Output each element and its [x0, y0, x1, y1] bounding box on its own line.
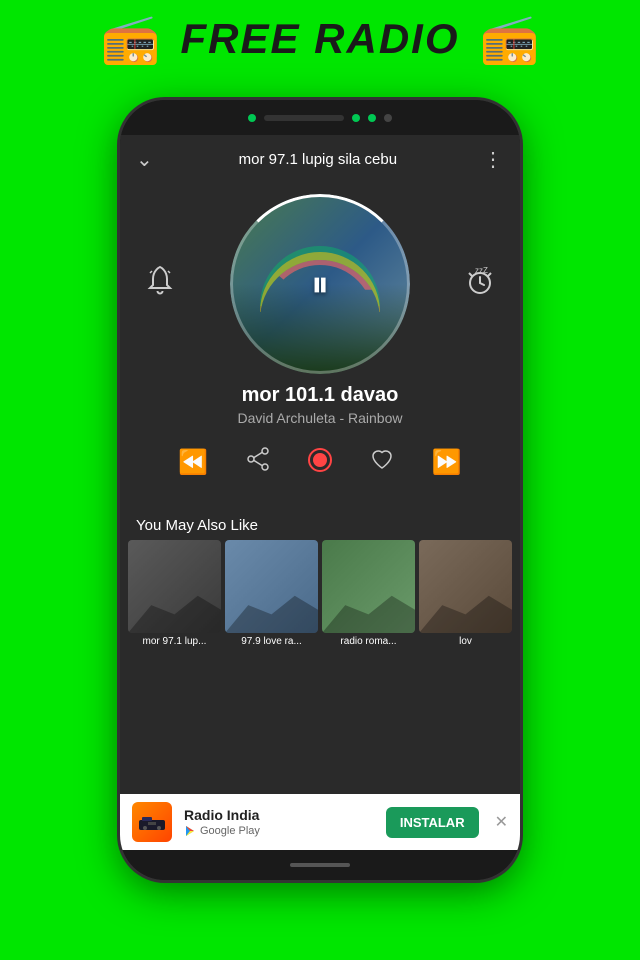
- status-dot-far: [384, 114, 392, 122]
- player-controls-row: ⏸ zzZ: [140, 194, 500, 374]
- ad-sub-text: Google Play: [184, 825, 374, 837]
- install-button[interactable]: INSTALAR: [386, 807, 479, 838]
- more-options-icon[interactable]: ⋮: [483, 147, 504, 172]
- player-area: ⏸ zzZ mor 101.1 davao David Archuleta - …: [120, 184, 520, 509]
- song-info: mor 101.1 davao David Archuleta - Rainbo…: [238, 384, 403, 426]
- status-dot-left: [248, 114, 256, 122]
- station-name: mor 101.1 davao: [238, 384, 403, 407]
- thumb-label: lov: [419, 633, 512, 650]
- pause-play-icon[interactable]: ⏸: [311, 263, 329, 306]
- ad-text-block: Radio India Google Play: [184, 807, 374, 837]
- phone-frame: ⌄ mor 97.1 lupig sila cebu ⋮: [120, 100, 520, 880]
- recommendations-title: You May Also Like: [120, 509, 520, 540]
- alarm-icon[interactable]: zzZ: [460, 263, 500, 305]
- phone-screen: ⌄ mor 97.1 lupig sila cebu ⋮: [120, 135, 520, 850]
- thumb-label: mor 97.1 lup...: [128, 633, 221, 650]
- speaker-bar: [264, 115, 344, 121]
- circle-player[interactable]: ⏸: [230, 194, 410, 374]
- ad-app-logo: [132, 802, 172, 842]
- ad-app-name: Radio India: [184, 807, 374, 823]
- forward-button[interactable]: ⏩: [432, 448, 462, 477]
- status-dot-right: [368, 114, 376, 122]
- home-indicator[interactable]: [290, 863, 350, 867]
- song-name: David Archuleta - Rainbow: [238, 410, 403, 426]
- list-item[interactable]: mor 97.1 lup...: [128, 540, 221, 650]
- app-title: FREE RADIO: [180, 15, 459, 63]
- top-navigation: ⌄ mor 97.1 lupig sila cebu ⋮: [120, 135, 520, 184]
- current-station-title: mor 97.1 lupig sila cebu: [239, 151, 397, 168]
- thumbnails-row: mor 97.1 lup... 97.9 love ra... radio ro…: [120, 540, 520, 650]
- phone-top-bar: [120, 100, 520, 135]
- header: 📻 FREE RADIO 📻: [0, 10, 640, 67]
- chevron-down-icon[interactable]: ⌄: [136, 147, 153, 172]
- favorite-button[interactable]: [369, 447, 395, 479]
- google-play-text: Google Play: [200, 825, 260, 837]
- progress-dot: [250, 354, 262, 366]
- radio-icon-left: 📻: [101, 10, 161, 67]
- ad-banner: Radio India Google Play INSTALAR ✕: [120, 794, 520, 850]
- ad-close-icon[interactable]: ✕: [495, 812, 508, 832]
- radio-icon-right: 📻: [480, 10, 540, 67]
- list-item[interactable]: 97.9 love ra...: [225, 540, 318, 650]
- share-button[interactable]: [245, 446, 271, 479]
- list-item[interactable]: radio roma...: [322, 540, 415, 650]
- notification-bell-icon[interactable]: [140, 263, 180, 305]
- phone-bottom-bar: [120, 850, 520, 880]
- status-dot-middle: [352, 114, 360, 122]
- svg-text:zzZ: zzZ: [475, 266, 488, 275]
- list-item[interactable]: lov: [419, 540, 512, 650]
- rewind-button[interactable]: ⏪: [178, 448, 208, 477]
- record-button[interactable]: [307, 447, 333, 479]
- playback-controls: ⏪: [140, 431, 500, 494]
- thumb-label: radio roma...: [322, 633, 415, 650]
- thumb-label: 97.9 love ra...: [225, 633, 318, 650]
